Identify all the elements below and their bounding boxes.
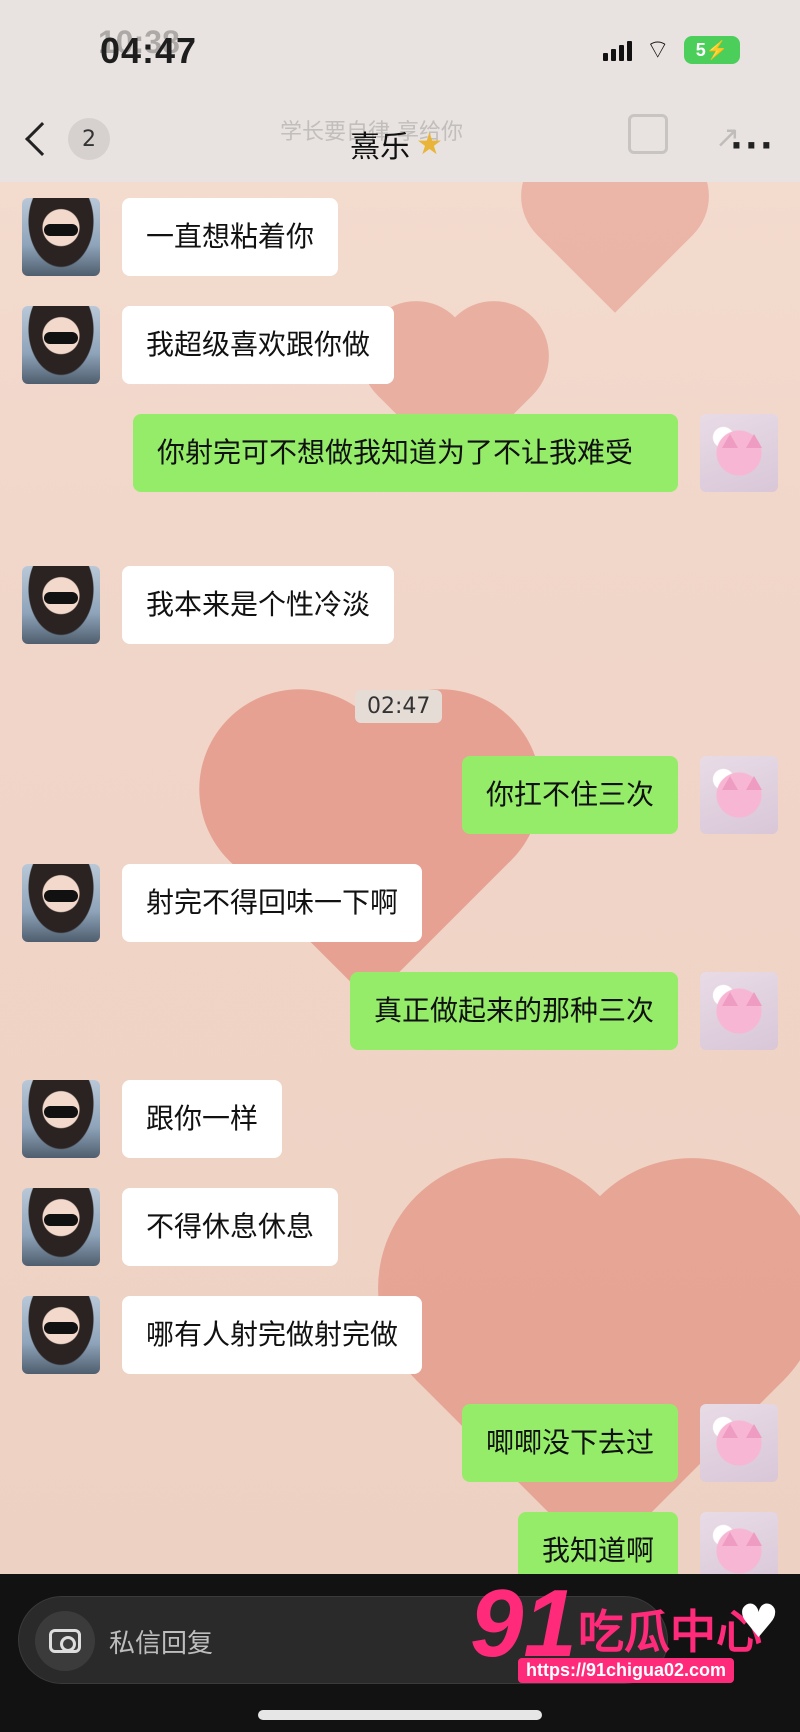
self-avatar[interactable] [700,1404,778,1482]
message-outgoing: 真正做起来的那种三次 [349,972,778,1050]
more-options-icon[interactable]: ··· [730,126,775,166]
message-incoming: 跟你一样 [22,1080,283,1158]
message-incoming: 哪有人射完做射完做 [22,1296,423,1374]
message-bubble[interactable]: 唧唧没下去过 [461,1404,678,1482]
self-avatar[interactable] [700,972,778,1050]
message-incoming: 一直想粘着你 [22,198,339,276]
reply-placeholder: 私信回复 [109,1629,214,1659]
message-bubble[interactable]: 我超级喜欢跟你做 [122,306,395,384]
download-icon[interactable] [628,114,668,154]
message-incoming: 我超级喜欢跟你做 [22,306,395,384]
contact-avatar[interactable] [22,864,100,942]
message-bubble[interactable]: 你射完可不想做我知道为了不让我难受 [133,414,678,492]
message-incoming: 不得休息休息 [22,1188,339,1266]
watermark-text: 吃瓜中心 [578,1605,762,1659]
contact-avatar[interactable] [22,1296,100,1374]
watermark-logo: 91 吃瓜中心 ♥ https://91chigua02.com [470,1576,790,1696]
camera-button[interactable] [35,1611,95,1671]
chat-header: 2 学长要自律 享给你 熹乐 ★ ↗ ··· [0,100,800,182]
message-bubble[interactable]: 不得休息休息 [122,1188,339,1266]
contact-name: 熹乐 [350,130,410,165]
battery-icon: 5 ⚡ [684,36,740,64]
contact-avatar[interactable] [22,306,100,384]
background-heart-decoration [416,1196,784,1564]
contact-avatar[interactable] [22,1188,100,1266]
message-bubble[interactable]: 射完不得回味一下啊 [122,864,423,942]
message-incoming: 射完不得回味一下啊 [22,864,423,942]
back-button[interactable]: 2 [20,118,110,160]
watermark-url: https://91chigua02.com [518,1658,735,1683]
message-incoming: 我本来是个性冷淡 [22,566,395,644]
self-avatar[interactable] [700,756,778,834]
chat-title: 熹乐 ★ [350,122,443,166]
message-bubble[interactable]: 真正做起来的那种三次 [349,972,678,1050]
status-icons: ⌔ 5 ⚡ [602,35,740,65]
message-timestamp: 02:47 [355,690,443,723]
unread-count-badge: 2 [68,118,110,160]
status-bar: 10:38 04:47 ⌔ 5 ⚡ [0,0,800,100]
camera-icon [49,1629,81,1653]
status-time: 04:47 [100,30,198,71]
contact-avatar[interactable] [22,1080,100,1158]
contact-avatar[interactable] [22,566,100,644]
contact-avatar[interactable] [22,198,100,276]
chevron-left-icon [25,122,59,156]
wifi-icon: ⌔ [645,35,670,65]
message-outgoing: 你扛不住三次 [461,756,778,834]
message-bubble[interactable]: 一直想粘着你 [122,198,339,276]
home-indicator [258,1710,542,1720]
message-bubble[interactable]: 跟你一样 [122,1080,283,1158]
battery-level: 5 [695,39,706,60]
message-bubble[interactable]: 我本来是个性冷淡 [122,566,395,644]
self-avatar[interactable] [700,414,778,492]
message-bubble[interactable]: 你扛不住三次 [461,756,678,834]
message-bubble[interactable]: 哪有人射完做射完做 [122,1296,423,1374]
heart-icon: ♥ [738,1594,780,1648]
message-outgoing: 你射完可不想做我知道为了不让我难受 [133,414,778,492]
message-outgoing: 唧唧没下去过 [461,1404,778,1482]
star-icon: ★ [416,126,443,162]
signal-icon [602,39,632,61]
